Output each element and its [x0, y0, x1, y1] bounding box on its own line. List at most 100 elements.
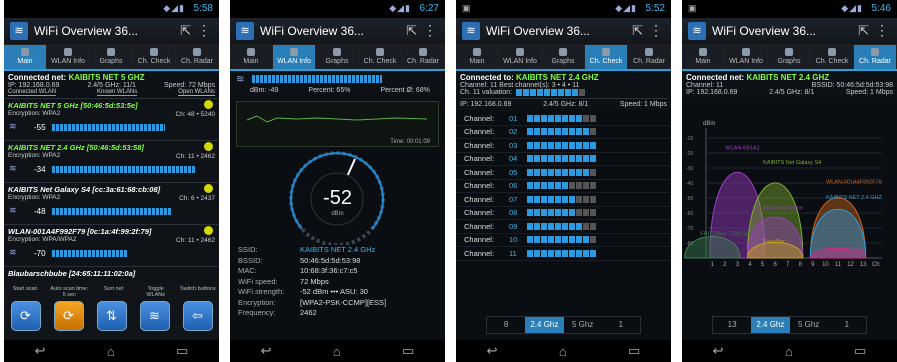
channel-quality-cell	[541, 155, 547, 163]
sort-icon[interactable]: ⇅	[96, 301, 127, 331]
channel-quality-cell	[555, 222, 561, 230]
x-tick-label: 10	[822, 262, 829, 268]
nav-bar: ↩ ⌂ ▭	[230, 340, 445, 362]
ip-address: IP: 192.168.0.69	[686, 89, 738, 96]
channel-quality-cell	[569, 128, 575, 136]
x-tick-label: 7	[786, 262, 790, 268]
home-icon[interactable]: ⌂	[107, 344, 115, 359]
wifi-lock-icon: ≋	[9, 247, 17, 257]
overflow-menu-icon[interactable]: ⋮	[197, 22, 211, 39]
tab-ch-check[interactable]: Ch. Check	[359, 45, 402, 69]
info-value: [WPA2-PSK-CCMP][ESS]	[300, 297, 387, 307]
valuation-cell	[565, 89, 572, 96]
band-tab-2-4ghz[interactable]: 2.4 Ghz	[525, 317, 564, 333]
action-bar: ≋ WiFi Overview 36... ⇱ ⋮	[456, 18, 671, 45]
recents-icon[interactable]: ▭	[176, 343, 188, 359]
channel-quality-cell	[583, 114, 589, 122]
overflow-menu-icon[interactable]: ⋮	[423, 22, 437, 39]
home-icon[interactable]: ⌂	[785, 344, 793, 359]
band-tab-2-4ghz[interactable]: 2.4 Ghz	[751, 317, 790, 333]
channel-quality-cell	[562, 236, 568, 244]
network-item[interactable]: KAIBITS NET 2.4 GHz [50:46:5d:53:58] Encr…	[4, 140, 219, 182]
channel-quality-cell	[548, 182, 554, 190]
channel-quality-cell	[569, 155, 575, 163]
back-icon[interactable]: ↩	[487, 343, 498, 359]
tab-graphs[interactable]: Graphs	[768, 45, 811, 69]
channel-quality-cell	[590, 128, 596, 136]
signal-history-line	[246, 115, 428, 123]
network-item[interactable]: WLAN-001A4F992F79 [0c:1a:4f:99:2f:79] Enc…	[4, 224, 219, 266]
tab-ch-check[interactable]: Ch. Check	[585, 45, 628, 69]
valuation-label: Ch. 11 valuation:	[460, 89, 513, 96]
channel-quality-cell	[555, 168, 561, 176]
signal-graph: Time: 00:01:09	[236, 101, 439, 147]
network-signal: -34	[34, 165, 46, 174]
channel-label: Channel:	[464, 127, 495, 137]
y-tick-label: -20	[686, 151, 693, 157]
band-tab-5ghz[interactable]: 5 Ghz	[564, 317, 602, 333]
back-icon[interactable]: ↩	[35, 343, 46, 359]
share-icon[interactable]: ⇱	[180, 23, 191, 39]
channel-quality-cell	[527, 209, 533, 217]
overflow-menu-icon[interactable]: ⋮	[649, 22, 663, 39]
channel-quality-cell	[548, 128, 554, 136]
channel-quality-cell	[590, 222, 596, 230]
refresh-icon[interactable]: ⟳	[10, 301, 41, 331]
status-bar: ▣ ◆◢▮ 5:52	[456, 0, 671, 18]
network-item[interactable]: KAIBITS Net Galaxy S4 [cc:3a:61:68:cb:08…	[4, 182, 219, 224]
channel-row: Channel: 08	[456, 207, 671, 220]
tab-graphs[interactable]: Graphs	[90, 45, 133, 69]
channel-quality-cell	[590, 141, 596, 149]
tab-wlan-info[interactable]: WLAN Info	[273, 45, 316, 69]
channel-number: 10	[509, 235, 518, 245]
connected-ssid: KAIBITS NET 5 GHZ	[68, 73, 145, 82]
tab-ch-check[interactable]: Ch. Check	[811, 45, 854, 69]
tab-ch-radar[interactable]: Ch. Radar	[176, 45, 219, 69]
recents-icon[interactable]: ▭	[628, 343, 640, 359]
share-icon[interactable]: ⇱	[632, 23, 643, 39]
tab-graphs[interactable]: Graphs	[542, 45, 585, 69]
tab-main[interactable]: Main	[456, 45, 499, 69]
smiley-icon	[204, 226, 213, 235]
tab-ch-radar[interactable]: Ch. Radar	[628, 45, 671, 69]
tab-wlan-info[interactable]: WLAN Info	[499, 45, 542, 69]
recents-icon[interactable]: ▭	[402, 343, 414, 359]
home-icon[interactable]: ⌂	[559, 344, 567, 359]
channel-quality-cell	[534, 209, 540, 217]
back-icon[interactable]: ↩	[713, 343, 724, 359]
recents-icon[interactable]: ▭	[854, 343, 866, 359]
info-row: SSID: KAIBITS NET 2.4 GHz	[238, 245, 437, 256]
switch-arrow-icon[interactable]: ⇦	[182, 301, 213, 331]
btn-label-toggle: Toggle WLANs	[146, 286, 165, 298]
app-logo-icon: ≋	[10, 22, 28, 40]
smiley-icon	[204, 100, 213, 109]
tab-bar: Main WLAN Info Graphs Ch. Check Ch. Rada…	[4, 45, 219, 71]
overflow-menu-icon[interactable]: ⋮	[875, 22, 889, 39]
tab-main[interactable]: Main	[4, 45, 47, 69]
tab-ch-check[interactable]: Ch. Check	[133, 45, 176, 69]
channel-number: 03	[509, 140, 518, 150]
share-icon[interactable]: ⇱	[858, 23, 869, 39]
tab-wlan-info[interactable]: WLAN Info	[47, 45, 90, 69]
tab-graphs[interactable]: Graphs	[316, 45, 359, 69]
back-icon[interactable]: ↩	[261, 343, 272, 359]
network-item[interactable]: KAIBITS NET 5 GHz [50:46:5d:53:5e] Encryp…	[4, 98, 219, 140]
tab-ch-radar[interactable]: Ch. Radar	[854, 45, 897, 69]
band-count-right: 1	[844, 320, 850, 329]
wifi-lock-icon: ≋	[9, 163, 17, 173]
auto-scan-icon[interactable]: ⟳	[53, 301, 84, 331]
channel-quality-cell	[548, 141, 554, 149]
tab-main[interactable]: Main	[682, 45, 725, 69]
tab-wlan-info[interactable]: WLAN Info	[725, 45, 768, 69]
channel-quality-cell	[569, 114, 575, 122]
share-icon[interactable]: ⇱	[406, 23, 417, 39]
band-tab-5ghz[interactable]: 5 Ghz	[790, 317, 828, 333]
info-row: Frequency: 2462	[238, 308, 437, 319]
wifi-toggle-icon[interactable]: ≋	[139, 301, 170, 331]
channel-quality-cell	[548, 155, 554, 163]
home-icon[interactable]: ⌂	[333, 344, 341, 359]
channel-quality-cell	[576, 141, 582, 149]
tab-main[interactable]: Main	[230, 45, 273, 69]
tab-ch-radar[interactable]: Ch. Radar	[402, 45, 445, 69]
x-tick-label: 11	[835, 262, 842, 268]
